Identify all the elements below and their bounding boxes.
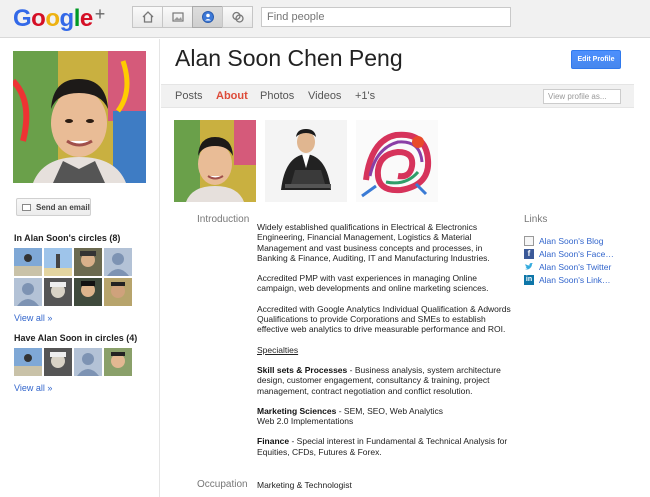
circles-button[interactable] bbox=[222, 6, 253, 28]
finance-paragraph: Finance - Special interest in Fundamenta… bbox=[257, 436, 508, 457]
intro-paragraph: Widely established qualifications in Ele… bbox=[257, 222, 490, 263]
in-circles-avatars bbox=[14, 248, 132, 306]
top-bar: Google + bbox=[0, 0, 650, 38]
left-column: Send an email In Alan Soon's circles (8)… bbox=[0, 39, 160, 497]
photo-icon bbox=[171, 12, 184, 22]
avatar[interactable] bbox=[104, 348, 132, 376]
profile-icon bbox=[201, 11, 214, 23]
dragon-artwork-photo[interactable] bbox=[356, 120, 438, 202]
nav-buttons bbox=[132, 6, 253, 28]
link-linkedin[interactable]: in Alan Soon's Link… bbox=[524, 275, 611, 285]
search-input[interactable] bbox=[261, 7, 511, 27]
occupation-label: Occupation bbox=[197, 479, 248, 490]
blog-icon bbox=[524, 236, 534, 246]
introduction-text: Widely established qualifications in Ele… bbox=[257, 222, 512, 467]
view-profile-as-input[interactable]: View profile as... bbox=[543, 89, 621, 104]
link-twitter[interactable]: Alan Soon's Twitter bbox=[524, 262, 611, 272]
default-avatar-icon[interactable] bbox=[14, 278, 42, 306]
tab-photos[interactable]: Photos bbox=[260, 90, 294, 102]
send-email-button[interactable]: Send an email bbox=[16, 198, 91, 216]
google-plus-logo[interactable]: Google + bbox=[13, 4, 105, 33]
occupation-value: Marketing & Technologist bbox=[257, 480, 352, 490]
view-all-have-in-circles-link[interactable]: View all » bbox=[14, 383, 52, 393]
have-in-circles-title: Have Alan Soon in circles (4) bbox=[14, 333, 138, 343]
envelope-icon bbox=[22, 203, 31, 211]
avatar[interactable] bbox=[14, 348, 42, 376]
linkedin-icon: in bbox=[524, 275, 534, 285]
profile-button[interactable] bbox=[192, 6, 223, 28]
avatar[interactable] bbox=[44, 248, 72, 276]
view-all-in-circles-link[interactable]: View all » bbox=[14, 313, 52, 323]
avatar[interactable] bbox=[14, 248, 42, 276]
profile-name: Alan Soon Chen Peng bbox=[175, 45, 403, 71]
intro-paragraph: Accredited PMP with vast experiences in … bbox=[257, 273, 489, 294]
avatar[interactable] bbox=[104, 278, 132, 306]
facebook-icon: f bbox=[524, 249, 534, 259]
link-facebook[interactable]: f Alan Soon's Face… bbox=[524, 249, 614, 259]
specialties-heading: Specialties bbox=[257, 344, 299, 355]
photos-button[interactable] bbox=[162, 6, 193, 28]
tab-plus-ones[interactable]: +1's bbox=[355, 90, 375, 102]
twitter-icon bbox=[525, 262, 533, 270]
avatar[interactable] bbox=[44, 348, 72, 376]
skills-paragraph: Skill sets & Processes - Business analys… bbox=[257, 364, 501, 396]
links-title: Links bbox=[524, 214, 548, 225]
marketing-paragraph: Marketing Sciences - SEM, SEO, Web Analy… bbox=[257, 405, 443, 427]
in-circles-title: In Alan Soon's circles (8) bbox=[14, 233, 121, 243]
laptop-photo[interactable] bbox=[265, 120, 347, 202]
intro-paragraph: Accredited with Google Analytics Individ… bbox=[257, 303, 511, 335]
have-in-circles-avatars bbox=[14, 348, 132, 376]
home-icon bbox=[142, 11, 153, 23]
edit-profile-button[interactable]: Edit Profile bbox=[571, 50, 621, 69]
avatar[interactable] bbox=[74, 278, 102, 306]
tab-posts[interactable]: Posts bbox=[175, 90, 203, 102]
profile-photo[interactable] bbox=[13, 51, 146, 183]
tab-about[interactable]: About bbox=[216, 90, 248, 102]
circles-icon bbox=[231, 11, 244, 23]
home-button[interactable] bbox=[132, 6, 163, 28]
avatar[interactable] bbox=[44, 278, 72, 306]
tab-videos[interactable]: Videos bbox=[308, 90, 341, 102]
default-avatar-icon[interactable] bbox=[74, 348, 102, 376]
avatar[interactable] bbox=[74, 248, 102, 276]
introduction-label: Introduction bbox=[197, 214, 250, 225]
default-avatar-icon[interactable] bbox=[104, 248, 132, 276]
profile-photo-thumbnail[interactable] bbox=[174, 120, 256, 202]
link-blog[interactable]: Alan Soon's Blog bbox=[524, 236, 603, 246]
